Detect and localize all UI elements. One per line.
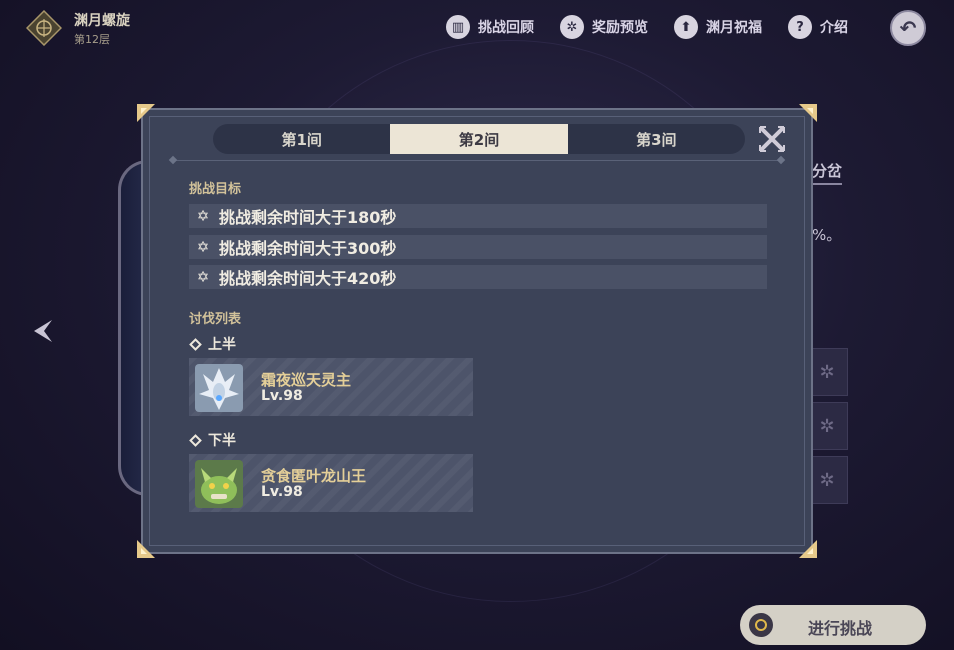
question-icon: ? [788, 15, 812, 39]
nav-label: 介绍 [820, 20, 848, 36]
goal-text: 挑战剩余时间大于300秒 [219, 239, 397, 258]
first-half-label: 上半 [189, 334, 236, 354]
corner-ornament-icon [799, 104, 817, 122]
second-half-label: 下半 [189, 430, 236, 450]
goal-text: 挑战剩余时间大于420秒 [219, 269, 397, 288]
nav-abyss-blessing[interactable]: ⬆ 渊月祝福 [674, 14, 762, 40]
ring-icon [749, 613, 773, 637]
challenge-goal: ✡ 挑战剩余时间大于420秒 [189, 265, 767, 289]
back-arrow-icon: ↶ [899, 16, 917, 40]
chamber-detail-modal: 第1间 第2间 第3间 挑战目标 ✡ 挑战剩余时间大于180秒 ✡ 挑战剩余时间… [137, 104, 817, 558]
star-icon: ✲ [819, 469, 835, 491]
enemy-name: 贪食匿叶龙山王 [261, 467, 367, 485]
book-icon: ▥ [446, 15, 470, 39]
tab-chamber-1[interactable]: 第1间 [213, 124, 390, 154]
frost-enemy-portrait [195, 364, 243, 412]
corner-ornament-icon [137, 540, 155, 558]
challenge-goal: ✡ 挑战剩余时间大于300秒 [189, 235, 767, 259]
half-text: 下半 [208, 433, 236, 449]
nav-label: 挑战回顾 [478, 20, 534, 36]
enemy-list-heading: 讨伐列表 [189, 312, 242, 327]
close-icon[interactable] [757, 124, 787, 154]
nav-challenge-review[interactable]: ▥ 挑战回顾 [446, 14, 534, 40]
tab-chamber-2[interactable]: 第2间 [390, 124, 568, 154]
star-icon: ✲ [819, 361, 835, 383]
star-icon: ✡ [196, 268, 210, 286]
corner-ornament-icon [799, 540, 817, 558]
abyss-emblem-icon [26, 10, 62, 46]
nav-introduction[interactable]: ? 介绍 [788, 14, 848, 40]
half-text: 上半 [208, 337, 236, 353]
background-branch-tab: 分岔 [812, 160, 843, 185]
star-icon: ✡ [196, 238, 210, 256]
diamond-icon [189, 337, 202, 351]
goal-text: 挑战剩余时间大于180秒 [219, 208, 397, 227]
start-challenge-button[interactable]: 进行挑战 [740, 605, 926, 645]
star-badge-icon: ✲ [560, 15, 584, 39]
floor-subtitle: 第12层 [74, 33, 110, 46]
enemy-name: 霜夜巡天灵主 [261, 371, 352, 389]
nav-reward-preview[interactable]: ✲ 奖励预览 [560, 14, 648, 40]
enemy-level: Lv.98 [261, 388, 303, 404]
corner-ornament-icon [137, 104, 155, 122]
nav-label: 渊月祝福 [706, 20, 762, 36]
previous-arrow-icon[interactable] [30, 318, 54, 344]
chamber-tabs: 第1间 第2间 第3间 [213, 124, 745, 154]
background-text: %。 [812, 226, 842, 244]
goals-heading: 挑战目标 [189, 182, 242, 197]
challenge-goal: ✡ 挑战剩余时间大于180秒 [189, 204, 767, 228]
enemy-card[interactable]: 贪食匿叶龙山王 Lv.98 [189, 454, 473, 512]
diamond-icon [189, 433, 202, 447]
up-arrow-icon: ⬆ [674, 15, 698, 39]
tab-divider [173, 160, 781, 161]
back-button[interactable]: ↶ [890, 10, 926, 46]
page-title: 渊月螺旋 [74, 13, 130, 29]
top-bar: 渊月螺旋 第12层 ▥ 挑战回顾 ✲ 奖励预览 ⬆ 渊月祝福 ? 介绍 ↶ [0, 0, 954, 56]
dragon-enemy-portrait [195, 460, 243, 508]
tab-chamber-3[interactable]: 第3间 [568, 124, 745, 154]
start-challenge-label: 进行挑战 [808, 619, 873, 638]
nav-label: 奖励预览 [592, 20, 648, 36]
enemy-level: Lv.98 [261, 484, 303, 500]
star-icon: ✡ [196, 207, 210, 225]
star-icon: ✲ [819, 415, 835, 437]
enemy-card[interactable]: 霜夜巡天灵主 Lv.98 [189, 358, 473, 416]
